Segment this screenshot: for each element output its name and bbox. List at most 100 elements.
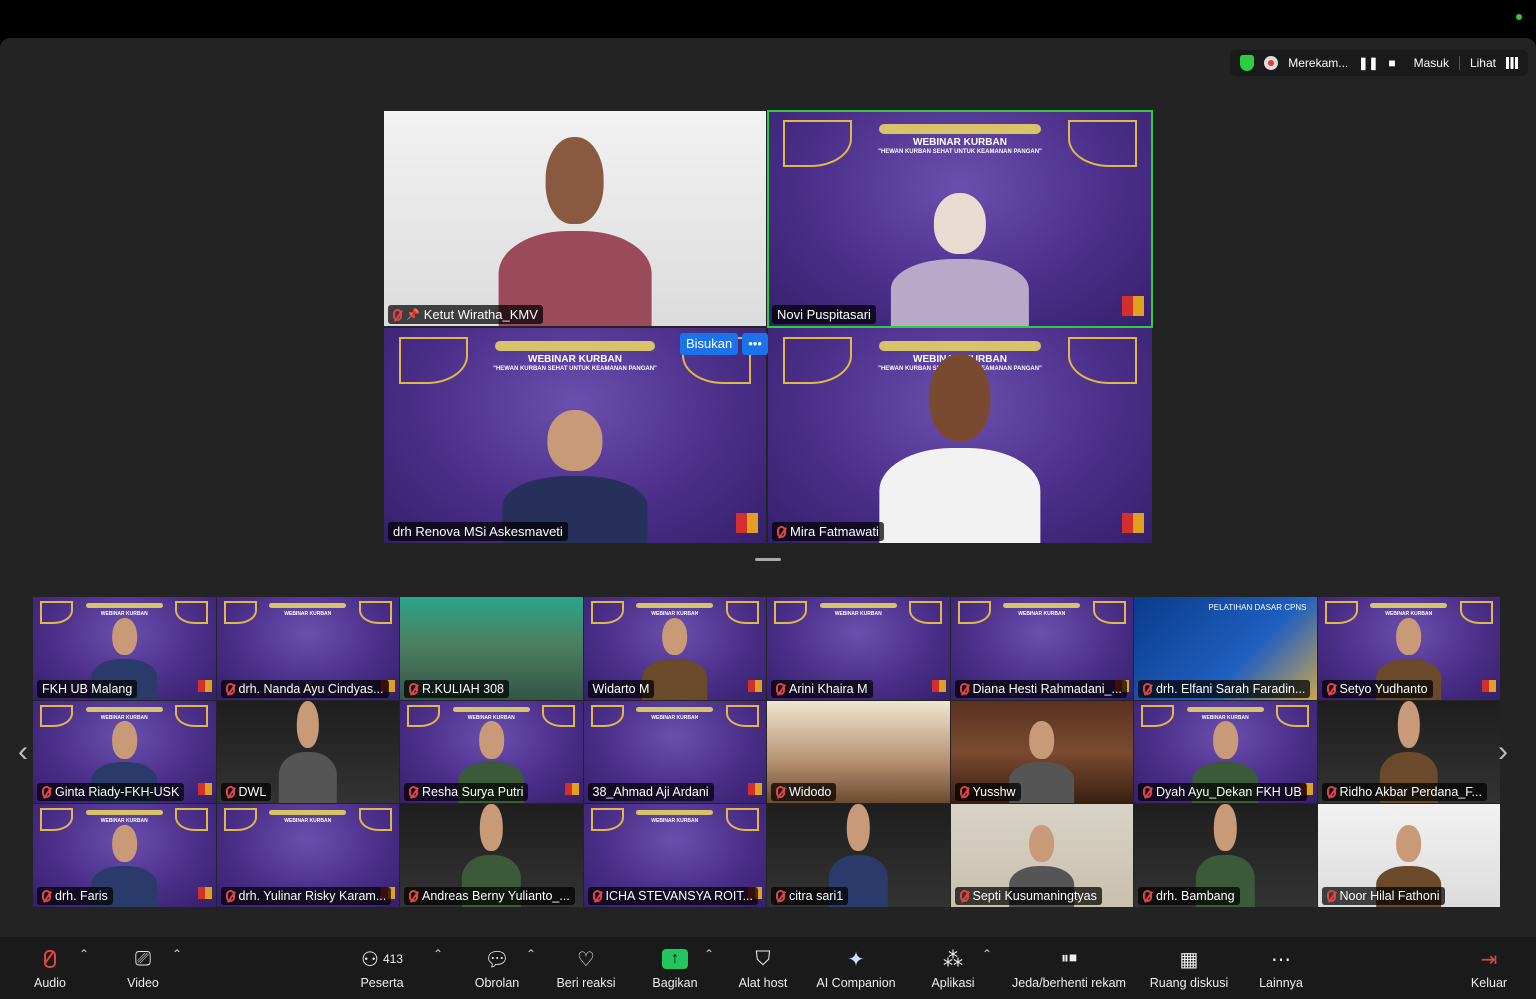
gallery-tile[interactable]: WEBINAR KURBAN Resha Surya Putri xyxy=(400,700,583,803)
gallery-tile[interactable]: Noor Hilal Fathoni xyxy=(1317,804,1500,907)
host-tools-button[interactable]: ⛉ Alat host xyxy=(734,937,792,999)
share-arrow-icon: ↑ xyxy=(662,949,688,969)
participant-name: Diana Hesti Rahmadani_... xyxy=(972,681,1122,696)
apps-button[interactable]: ⁂ Aplikasi xyxy=(926,937,980,999)
breakout-rooms-button[interactable]: ▦ Ruang diskusi xyxy=(1146,937,1232,999)
gallery-tile[interactable]: WEBINAR KURBAN Widarto M xyxy=(583,597,766,700)
banner-title: WEBINAR KURBAN xyxy=(100,818,148,825)
participants-button[interactable]: ⚇ 413 Peserta xyxy=(356,937,408,999)
video-tile-renova[interactable]: WEBINAR KURBAN "HEWAN KURBAN SEHAT UNTUK … xyxy=(384,328,766,543)
more-label: Lainnya xyxy=(1259,976,1303,990)
gallery-tile[interactable]: Yusshw xyxy=(950,700,1133,803)
video-tile-novi[interactable]: WEBINAR KURBAN "HEWAN KURBAN SEHAT UNTUK … xyxy=(768,111,1152,326)
share-button[interactable]: ↑ Bagikan xyxy=(648,937,702,999)
mute-button[interactable]: Bisukan xyxy=(680,333,739,355)
sparkle-icon: ✦ xyxy=(847,948,865,971)
gallery-tile[interactable]: WEBINAR KURBAN Dyah Ayu_Dekan FKH UB xyxy=(1134,700,1317,803)
grid-view-icon[interactable] xyxy=(1506,57,1518,69)
participant-name: Andreas Berny Yulianto_... xyxy=(422,888,570,903)
mic-muted-icon xyxy=(225,682,235,695)
gallery-tile[interactable]: WEBINAR KURBAN ICHA STEVANSYA ROIT... xyxy=(583,804,766,907)
meeting-toolbar: Audio ⌃ ⎚ Video ⌃ ⚇ 413 Peserta ⌃ 💬︎ Obro… xyxy=(0,937,1536,999)
participant-name: Noor Hilal Fathoni xyxy=(1339,888,1440,903)
gallery-tile[interactable]: PELATIHAN DASAR CPNS drh. Elfani Sarah Fa… xyxy=(1134,597,1317,700)
gallery-tile[interactable]: WEBINAR KURBAN drh. Faris xyxy=(33,804,216,907)
gallery-tile[interactable]: WEBINAR KURBAN Setyo Yudhanto xyxy=(1317,597,1500,700)
gallery-tile[interactable]: citra sari1 xyxy=(767,804,950,907)
previous-page-arrow-icon[interactable]: ‹ xyxy=(18,735,28,769)
participants-label: Peserta xyxy=(360,976,404,990)
audio-button[interactable]: Audio xyxy=(28,937,72,999)
participant-name: Setyo Yudhanto xyxy=(1339,681,1428,696)
gallery-tile[interactable]: R.KULIAH 308 xyxy=(400,597,583,700)
stop-recording-icon[interactable]: ■ xyxy=(1388,56,1395,70)
participant-name: drh. Bambang xyxy=(1156,888,1235,903)
banner-title: WEBINAR KURBAN xyxy=(100,714,148,721)
participant-name: drh. Yulinar Risky Karam... xyxy=(238,888,387,903)
participants-caret-icon[interactable]: ⌃ xyxy=(433,947,443,961)
participant-name: ICHA STEVANSYA ROIT... xyxy=(605,888,754,903)
leave-label: Keluar xyxy=(1470,976,1508,990)
apps-caret-icon[interactable]: ⌃ xyxy=(982,947,992,961)
more-dots-icon: ⋯ xyxy=(1271,948,1291,971)
participant-name: citra sari1 xyxy=(789,888,844,903)
banner-subtitle: "HEWAN KURBAN SEHAT UNTUK KEAMANAN PANGA… xyxy=(878,148,1042,155)
mic-muted-icon xyxy=(1143,889,1152,902)
video-options-caret-icon[interactable]: ⌃ xyxy=(172,947,182,961)
encryption-shield-icon[interactable] xyxy=(1240,55,1255,71)
resize-handle[interactable] xyxy=(755,558,781,561)
banner-title: WEBINAR KURBAN xyxy=(284,611,332,618)
participant-nametag: Setyo Yudhanto xyxy=(1321,679,1433,698)
gallery-tile[interactable]: Septi Kusumaningtyas xyxy=(950,804,1133,907)
banner-title: WEBINAR KURBAN xyxy=(1018,611,1066,618)
banner-title: PELATIHAN DASAR CPNS xyxy=(1208,603,1307,612)
gallery-tile[interactable]: WEBINAR KURBAN Arini Khaira M xyxy=(767,597,950,700)
participant-nametag: drh. Bambang xyxy=(1138,886,1240,905)
participant-name: Ketut Wiratha_KMV xyxy=(423,307,538,322)
share-caret-icon[interactable]: ⌃ xyxy=(704,947,714,961)
gallery-tile[interactable]: DWL xyxy=(216,700,399,803)
camera-indicator-dot xyxy=(1516,14,1522,20)
more-options-button[interactable]: ••• xyxy=(742,333,768,355)
banner-title: WEBINAR KURBAN xyxy=(651,818,699,825)
ai-companion-button[interactable]: ✦ AI Companion xyxy=(812,937,900,999)
pause-stop-recording-button[interactable]: ⏸⏹ Jeda/berhenti rekam xyxy=(1006,937,1132,999)
gallery-tile[interactable]: Andreas Berny Yulianto_... xyxy=(400,804,583,907)
pause-recording-icon[interactable]: ❚❚ xyxy=(1358,56,1378,70)
gallery-tile[interactable]: Ridho Akbar Perdana_F... xyxy=(1317,700,1500,803)
apps-label: Aplikasi xyxy=(931,976,975,990)
chat-caret-icon[interactable]: ⌃ xyxy=(526,947,536,961)
participant-name: Dyah Ayu_Dekan FKH UB xyxy=(1156,785,1302,799)
participant-nametag: Arini Khaira M xyxy=(771,679,873,698)
gallery-tile[interactable]: WEBINAR KURBAN Diana Hesti Rahmadani_... xyxy=(950,597,1133,700)
mic-muted-icon xyxy=(42,889,51,902)
audio-options-caret-icon[interactable]: ⌃ xyxy=(79,947,89,961)
video-button[interactable]: ⎚ Video xyxy=(120,937,166,999)
gallery-tile[interactable]: WEBINAR KURBAN drh. Nanda Ayu Cindyas... xyxy=(216,597,399,700)
chat-button[interactable]: 💬︎ Obrolan xyxy=(472,937,522,999)
video-camera-icon: ⎚ xyxy=(135,947,151,970)
gallery-tile[interactable]: drh. Bambang xyxy=(1134,804,1317,907)
mute-overlay: Bisukan ••• xyxy=(680,333,768,355)
participant-nametag: drh. Yulinar Risky Karam... xyxy=(220,886,392,905)
participant-name: drh. Elfani Sarah Faradin... xyxy=(1156,681,1306,696)
gallery-tile[interactable]: WEBINAR KURBAN FKH UB Malang xyxy=(33,597,216,700)
pause-stop-label: Jeda/berhenti rekam xyxy=(1012,976,1126,990)
gallery-tile[interactable]: WEBINAR KURBAN Ginta Riady-FKH-USK xyxy=(33,700,216,803)
leave-button[interactable]: ⇥ Keluar xyxy=(1466,937,1512,999)
react-button[interactable]: ♡ Beri reaksi xyxy=(552,937,620,999)
breakout-grid-icon: ▦ xyxy=(1179,948,1199,971)
view-button[interactable]: Lihat xyxy=(1470,56,1496,70)
recording-label[interactable]: Merekam... xyxy=(1288,56,1348,70)
gallery-tile[interactable]: WEBINAR KURBAN 38_Ahmad Aji Ardani xyxy=(583,700,766,803)
participant-nametag: Ridho Akbar Perdana_F... xyxy=(1321,783,1487,801)
video-tile-ketut[interactable]: 📌 Ketut Wiratha_KMV xyxy=(384,111,766,326)
video-tile-mira[interactable]: WEBINAR KURBAN"HEWAN KURBAN SEHAT UNTUK … xyxy=(768,328,1152,543)
more-button[interactable]: ⋯ Lainnya xyxy=(1254,937,1308,999)
gallery-tile[interactable]: Widodo xyxy=(767,700,950,803)
next-page-arrow-icon[interactable]: › xyxy=(1498,735,1508,769)
signin-link[interactable]: Masuk xyxy=(1414,56,1449,70)
participant-nametag: ICHA STEVANSYA ROIT... xyxy=(587,886,758,905)
recording-icon xyxy=(1264,56,1279,70)
gallery-tile[interactable]: WEBINAR KURBAN drh. Yulinar Risky Karam..… xyxy=(216,804,399,907)
